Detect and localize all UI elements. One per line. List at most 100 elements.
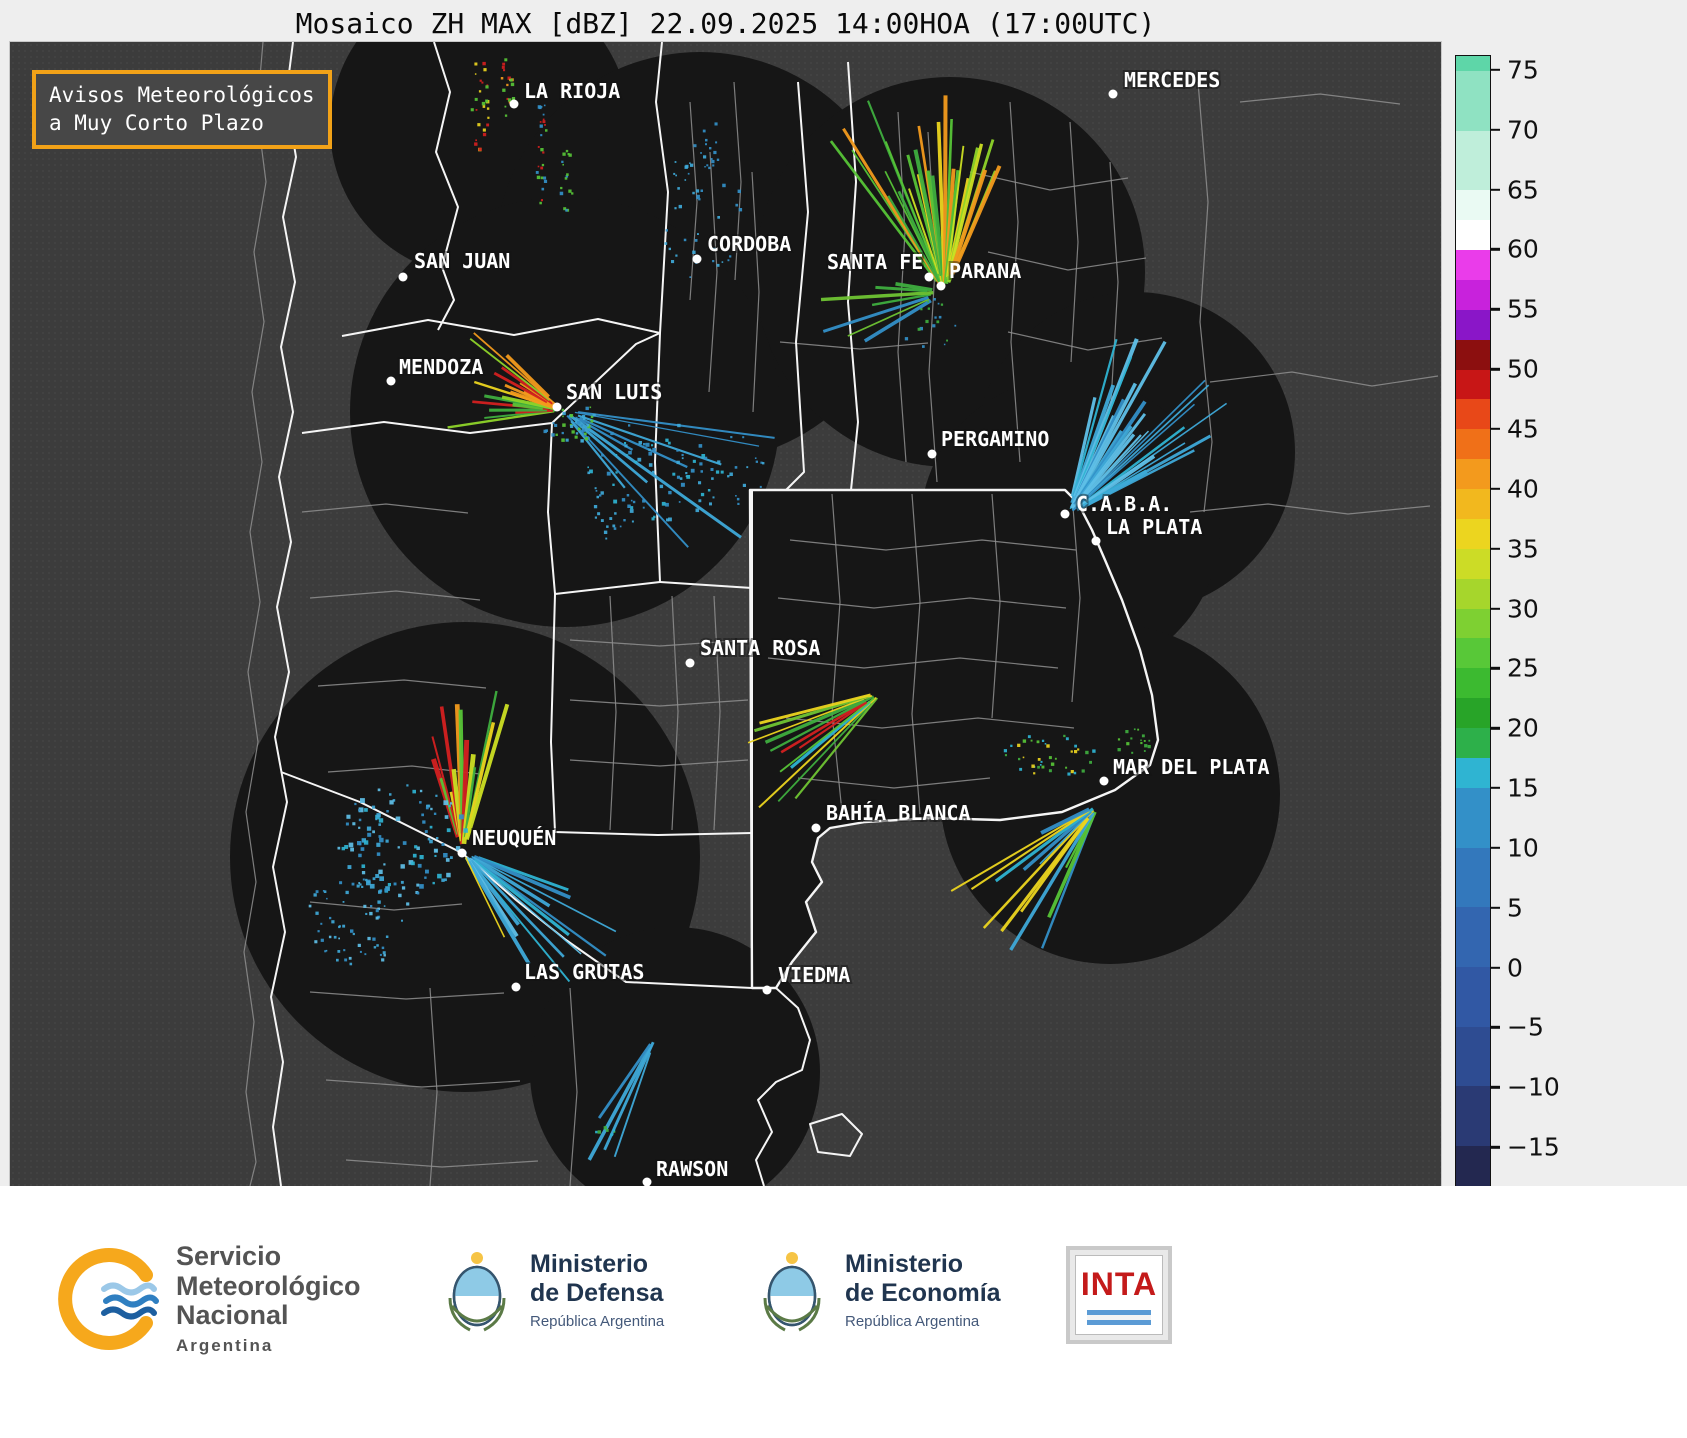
inta-logo-block: INTA xyxy=(1066,1246,1172,1344)
city-marker xyxy=(398,272,408,282)
colorbar-segment xyxy=(1456,907,1490,967)
city-label: VIEDMA xyxy=(778,963,850,987)
colorbar-tick-mark xyxy=(1491,667,1500,670)
argentina-coat-of-arms-icon xyxy=(448,1252,506,1332)
colorbar-tick-label: 30 xyxy=(1507,594,1539,624)
colorbar-segment xyxy=(1456,339,1490,370)
department-border xyxy=(243,42,267,1186)
colorbar-tick-label: 55 xyxy=(1507,294,1539,324)
ministerio-defensa-wordmark: Ministerio de Defensa República Argentin… xyxy=(530,1250,664,1330)
colorbar-tick-mark xyxy=(1491,367,1500,371)
colorbar-tick-label: −15 xyxy=(1507,1132,1560,1162)
city-label: SANTA ROSA xyxy=(700,636,820,660)
colorbar-tick-label: 10 xyxy=(1507,833,1539,863)
colorbar-segment xyxy=(1456,578,1490,609)
city-marker xyxy=(924,272,934,282)
colorbar-segment xyxy=(1456,220,1490,251)
colorbar-segment xyxy=(1456,70,1490,131)
colorbar-tick-label: −10 xyxy=(1507,1072,1560,1102)
city-marker xyxy=(685,658,695,668)
colorbar-tick-label: 50 xyxy=(1507,354,1539,384)
colorbar-segment xyxy=(1456,56,1490,71)
colorbar-tick-mark xyxy=(1491,427,1500,431)
city-marker xyxy=(811,823,821,833)
city-label: MAR DEL PLATA xyxy=(1113,755,1270,779)
colorbar-tick-mark xyxy=(1491,607,1500,610)
colorbar-segment xyxy=(1456,698,1490,729)
city-marker xyxy=(511,982,521,992)
defensa-line-2: de Defensa xyxy=(530,1279,664,1307)
ministerio-economia-block: Ministerio de Economía República Argenti… xyxy=(755,1244,1001,1336)
colorbar-tick-mark xyxy=(1491,68,1500,72)
colorbar-tick-label: 0 xyxy=(1507,953,1523,983)
colorbar-tick-label: 5 xyxy=(1507,893,1523,923)
city-marker xyxy=(1108,89,1118,99)
city-marker xyxy=(552,402,562,412)
ministerio-defensa-block: Ministerio de Defensa República Argentin… xyxy=(440,1244,664,1336)
colorbar-tick-label: 75 xyxy=(1507,55,1539,85)
colorbar-segment xyxy=(1456,399,1490,430)
smn-line-1: Servicio xyxy=(176,1241,282,1271)
city-marker xyxy=(1091,536,1101,546)
ministerio-economia-wordmark: Ministerio de Economía República Argenti… xyxy=(845,1250,1001,1330)
smn-logo-icon xyxy=(58,1248,159,1351)
city-label: SANTA FE xyxy=(827,250,923,274)
colorbar: 75 70 65 60 55 50 45 40 35 30 25 20 15 10 5 0 −5 −10 −15 xyxy=(1455,55,1635,1192)
economia-line-3: República Argentina xyxy=(845,1312,980,1330)
figure-title: Mosaico ZH MAX [dBZ] 22.09.2025 14:00HOA… xyxy=(295,7,1156,40)
city-label: SAN JUAN xyxy=(414,249,510,273)
colorbar-tick-mark xyxy=(1491,487,1500,491)
colorbar-tick-label: 60 xyxy=(1507,234,1539,264)
colorbar-segment xyxy=(1456,787,1490,848)
city-marker xyxy=(762,985,772,995)
inta-flag-stripes-icon xyxy=(1087,1309,1151,1325)
colorbar-tick-mark xyxy=(1491,966,1500,969)
smn-line-2: Meteorológico xyxy=(176,1270,361,1301)
city-marker xyxy=(386,376,396,386)
city-marker xyxy=(509,99,519,109)
city-label: RAWSON xyxy=(656,1157,728,1181)
city-label: LAS GRUTAS xyxy=(524,960,644,984)
colorbar-segment xyxy=(1456,429,1490,460)
economia-line-2: de Economía xyxy=(845,1279,1001,1307)
city-label: SAN LUIS xyxy=(566,380,662,404)
city-label: MERCEDES xyxy=(1124,68,1220,92)
defensa-line-3: República Argentina xyxy=(530,1312,665,1330)
colorbar-tick-label: 20 xyxy=(1507,713,1539,743)
warning-line-2: a Muy Corto Plazo xyxy=(49,111,264,136)
city-label: BAHÍA BLANCA xyxy=(826,801,971,825)
colorbar-segment xyxy=(1456,459,1490,490)
colorbar-tick-mark xyxy=(1491,846,1500,850)
colorbar-tick-label: 70 xyxy=(1507,115,1539,145)
colorbar-tick-mark xyxy=(1491,547,1500,550)
footer: Servicio Meteorológico Nacional Argentin… xyxy=(0,1186,1687,1438)
colorbar-tick-mark xyxy=(1491,1026,1500,1029)
colorbar-tick-mark xyxy=(1491,188,1500,191)
warning-line-1: Avisos Meteorológicos xyxy=(49,83,315,107)
colorbar-segment xyxy=(1456,518,1490,549)
city-label: PERGAMINO xyxy=(941,427,1049,451)
city-marker xyxy=(936,281,946,291)
colorbar-tick-mark xyxy=(1491,786,1500,790)
colorbar-tick-mark xyxy=(1491,248,1500,251)
radar-map-canvas: LA RIOJA MERCEDES SAN JUAN CORDOBA SANTA FE P… xyxy=(230,42,1439,1186)
inta-logo: INTA xyxy=(1075,1255,1163,1335)
colorbar-tick-label: 45 xyxy=(1507,414,1539,444)
department-border xyxy=(345,1159,539,1168)
city-label: LA RIOJA xyxy=(524,79,620,103)
city-label: PARANA xyxy=(949,259,1021,283)
colorbar-segment xyxy=(1456,847,1490,908)
colorbar-segment xyxy=(1456,638,1490,669)
colorbar-tick-label: 35 xyxy=(1507,534,1539,564)
colorbar-tick-label: 15 xyxy=(1507,773,1539,803)
economia-line-1: Ministerio xyxy=(845,1250,964,1279)
city-label: NEUQUÉN xyxy=(472,826,556,850)
smn-line-3: Nacional xyxy=(176,1300,289,1331)
smn-line-4: Argentina xyxy=(176,1336,274,1356)
colorbar-segment xyxy=(1456,1086,1490,1147)
colorbar-scale xyxy=(1455,55,1491,1192)
colorbar-tick-mark xyxy=(1491,308,1500,311)
city-label: MENDOZA xyxy=(399,355,483,379)
city-marker xyxy=(692,254,702,264)
colorbar-segment xyxy=(1456,130,1490,191)
